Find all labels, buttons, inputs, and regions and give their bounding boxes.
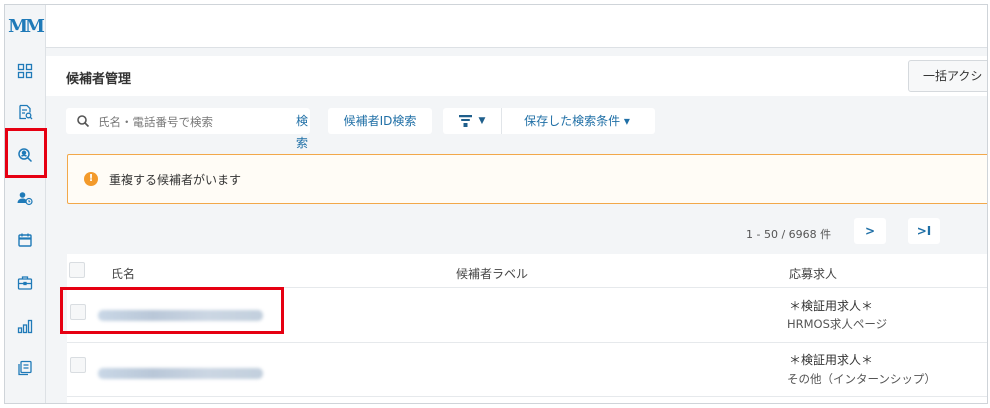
search-button[interactable]: 検索 — [292, 110, 312, 150]
sidebar: MM — [5, 5, 46, 403]
analytics-icon[interactable] — [15, 316, 35, 336]
job-icon[interactable] — [15, 273, 35, 293]
column-header-label[interactable]: 候補者ラベル — [456, 265, 528, 282]
candidate-id-search-button[interactable]: 候補者ID検索 — [328, 108, 432, 134]
last-page-button[interactable]: >I — [908, 218, 940, 244]
highlight-box-nav — [5, 128, 47, 178]
report-icon[interactable] — [15, 358, 35, 378]
highlight-box-row — [60, 287, 284, 334]
filter-icon — [458, 115, 472, 127]
next-page-button[interactable]: > — [854, 218, 886, 244]
search-box: 検索 — [66, 108, 312, 150]
alert-text: 重複する候補者がいます — [109, 173, 242, 187]
candidate-name-blurred[interactable] — [98, 368, 263, 379]
job-title[interactable]: ＊検証用求人＊ — [789, 297, 873, 314]
pagination-summary: 1 - 50 / 6968 件 — [746, 228, 832, 241]
app-window: MM 候補者管理 一括アクシ 氏名・電話番号で検索 検索 候補者ID検索 ▼ 保… — [4, 4, 988, 404]
candidate-schedule-icon[interactable] — [15, 188, 35, 208]
row-checkbox[interactable] — [70, 357, 86, 373]
filter-button[interactable]: ▼ — [443, 108, 502, 134]
dashboard-icon[interactable] — [15, 61, 35, 81]
page-title: 候補者管理 — [66, 72, 132, 87]
top-bar — [46, 5, 987, 48]
search-input[interactable] — [96, 112, 280, 132]
column-header-name[interactable]: 氏名 — [111, 265, 135, 282]
search-icon — [77, 115, 90, 128]
divider — [67, 396, 987, 397]
filter-group: ▼ 保存した検索条件 ▾ — [443, 108, 655, 134]
logo[interactable]: MM — [5, 5, 45, 47]
divider — [67, 342, 987, 343]
bulk-action-button[interactable]: 一括アクシ — [908, 60, 987, 92]
job-source: HRMOS求人ページ — [787, 317, 888, 331]
document-search-icon[interactable] — [15, 102, 35, 122]
saved-search-button[interactable]: 保存した検索条件 ▾ — [502, 108, 652, 134]
title-bar: 候補者管理 一括アクシ — [46, 56, 987, 96]
column-header-job[interactable]: 応募求人 — [789, 265, 837, 282]
job-source: その他（インターンシップ） — [787, 372, 936, 386]
main-content: 候補者管理 一括アクシ 検索 候補者ID検索 ▼ 保存した検索条件 ▾ ! 重複… — [46, 48, 987, 403]
warning-icon: ! — [84, 172, 98, 186]
select-all-checkbox[interactable] — [69, 262, 85, 278]
job-title[interactable]: ＊検証用求人＊ — [789, 351, 873, 368]
chevron-down-icon: ▼ — [478, 116, 486, 126]
calendar-icon[interactable] — [15, 230, 35, 250]
duplicate-alert: ! 重複する候補者がいます — [67, 154, 987, 204]
